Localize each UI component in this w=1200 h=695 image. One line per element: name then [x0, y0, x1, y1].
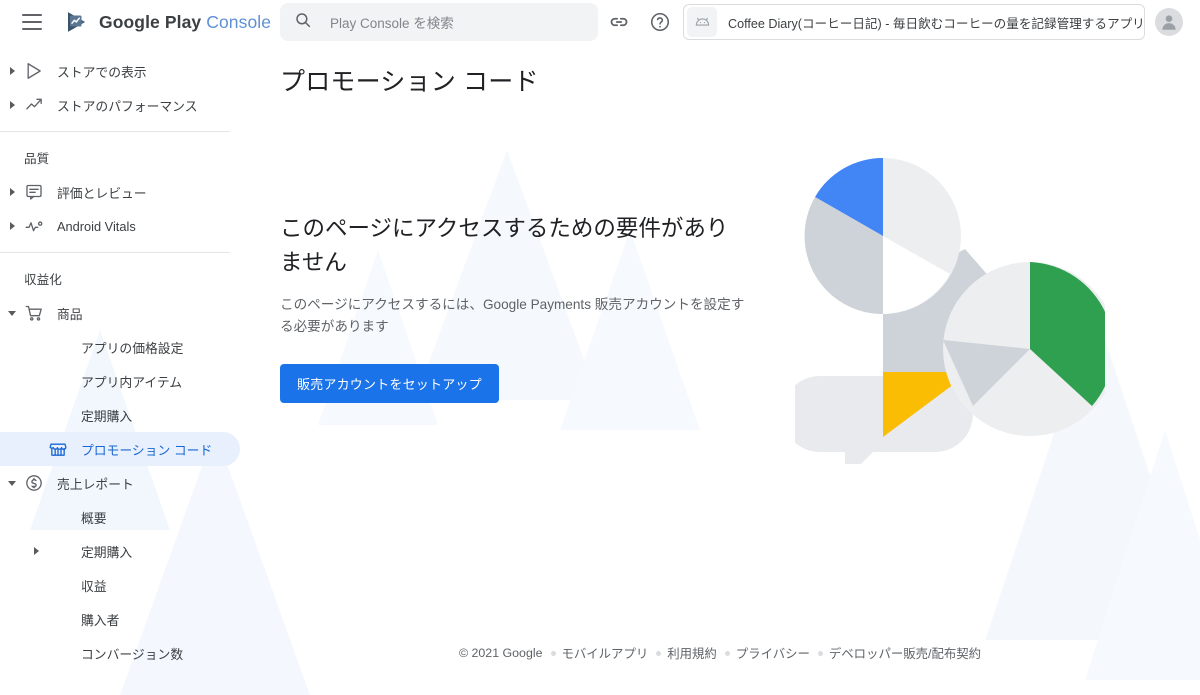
- chevron-right-icon[interactable]: [30, 545, 42, 557]
- empty-state: このページにアクセスするための要件がありません このページにアクセスするには、G…: [280, 212, 750, 403]
- sidebar-item-プロモーション コード[interactable]: プロモーション コード: [0, 432, 240, 466]
- setup-merchant-account-button[interactable]: 販売アカウントをセットアップ: [280, 364, 499, 403]
- sidebar-item-label: 評価とレビュー: [57, 183, 147, 202]
- sidebar-item-アプリの価格設定[interactable]: アプリの価格設定: [0, 330, 240, 364]
- storefront-icon: [47, 438, 69, 460]
- play-console-page: Google Play Console Play Console を検索: [0, 0, 1200, 695]
- sidebar-item-評価とレビュー[interactable]: 評価とレビュー: [0, 175, 240, 209]
- sidebar-item-概要[interactable]: 概要: [0, 500, 240, 534]
- sidebar-item-label: 概要: [81, 508, 107, 527]
- brand-logo-link[interactable]: Google Play Console: [64, 9, 271, 35]
- vitals-pulse-icon: [23, 215, 45, 237]
- search-input[interactable]: Play Console を検索: [280, 3, 598, 41]
- sidebar-item-label: コンバージョン数: [81, 644, 183, 663]
- sidebar-item-ストアでの表示[interactable]: ストアでの表示: [0, 54, 240, 88]
- account-avatar-icon[interactable]: [1155, 8, 1183, 36]
- empty-state-heading: このページにアクセスするための要件がありません: [280, 212, 750, 280]
- footer-separator-dot: [818, 651, 823, 656]
- chevron-right-icon[interactable]: [6, 65, 18, 77]
- sidebar-item-label: 定期購入: [81, 406, 132, 425]
- page-title: プロモーション コード: [280, 62, 539, 98]
- chevron-right-icon[interactable]: [6, 220, 18, 232]
- link-icon[interactable]: [608, 11, 630, 33]
- shopping-cart-icon: [23, 302, 45, 324]
- search-placeholder: Play Console を検索: [330, 12, 454, 32]
- sidebar-item-label: 定期購入: [81, 542, 132, 561]
- chevron-down-icon[interactable]: [6, 477, 18, 489]
- brand-title-light: Console: [206, 12, 271, 32]
- footer-link-item: プライバシー: [725, 644, 810, 662]
- sidebar-item-label: 売上レポート: [57, 474, 134, 493]
- sidebar-item-label: 商品: [57, 304, 83, 323]
- sidebar-item-収益[interactable]: 収益: [0, 568, 240, 602]
- footer-separator-dot: [656, 651, 661, 656]
- footer-link[interactable]: モバイルアプリ: [562, 644, 649, 662]
- footer-link[interactable]: 利用規約: [667, 644, 717, 662]
- sidebar-section-header: 収益化: [0, 253, 240, 296]
- brand-title: Google Play Console: [99, 12, 271, 33]
- android-head-icon: [687, 7, 717, 37]
- sidebar-item-label: ストアでの表示: [57, 62, 147, 81]
- sidebar-item-Android Vitals[interactable]: Android Vitals: [0, 209, 240, 243]
- empty-state-body: このページにアクセスするには、Google Payments 販売アカウントを設…: [280, 294, 750, 338]
- sidebar-item-label: プロモーション コード: [81, 440, 212, 459]
- trending-up-icon: [23, 94, 45, 116]
- sidebar-item-購入者[interactable]: 購入者: [0, 602, 240, 636]
- sidebar-item-label: アプリの価格設定: [81, 338, 183, 357]
- abstract-charts-illustration: [795, 144, 1105, 464]
- sidebar-item-コンバージョン数[interactable]: コンバージョン数: [0, 636, 240, 670]
- footer-link-item: デベロッパー販売/配布契約: [818, 644, 981, 662]
- footer-link[interactable]: プライバシー: [736, 644, 810, 662]
- footer-link-item: モバイルアプリ: [551, 644, 649, 662]
- chevron-right-icon[interactable]: [6, 99, 18, 111]
- sidebar-item-売上レポート[interactable]: 売上レポート: [0, 466, 240, 500]
- reviews-icon: [23, 181, 45, 203]
- app-selector[interactable]: Coffee Diary(コーヒー日記) - 毎日飲むコーヒーの量を記録管理する…: [683, 4, 1145, 40]
- footer-copyright: © 2021 Google: [459, 646, 543, 660]
- footer-link-item: 利用規約: [656, 644, 717, 662]
- page-footer: © 2021 Google モバイルアプリ利用規約 プライバシー デベロッパー販売/配…: [240, 640, 1200, 666]
- sidebar-spacer: [0, 44, 240, 54]
- main-content: プロモーション コード このページにアクセスするための要件がありません このペー…: [240, 44, 1200, 695]
- sidebar-item-商品[interactable]: 商品: [0, 296, 240, 330]
- sidebar-item-label: ストアのパフォーマンス: [57, 96, 198, 115]
- dollar-circle-icon: [23, 472, 45, 494]
- sidebar-item-label: アプリ内アイテム: [81, 372, 182, 391]
- sidebar-item-label: 購入者: [81, 610, 119, 629]
- sidebar-item-ストアのパフォーマンス[interactable]: ストアのパフォーマンス: [0, 88, 240, 122]
- chevron-down-icon[interactable]: [6, 307, 18, 319]
- play-console-logo-icon: [64, 9, 90, 35]
- top-app-bar: Google Play Console Play Console を検索: [0, 0, 1200, 44]
- sidebar-item-アプリ内アイテム[interactable]: アプリ内アイテム: [0, 364, 240, 398]
- sidebar-item-定期購入[interactable]: 定期購入: [0, 398, 240, 432]
- footer-separator-dot: [551, 651, 556, 656]
- sidebar-navigation[interactable]: ストアでの表示ストアのパフォーマンス品質評価とレビュー Android Vital…: [0, 44, 240, 695]
- sidebar-item-定期購入[interactable]: 定期購入: [0, 534, 240, 568]
- footer-link[interactable]: デベロッパー販売/配布契約: [829, 644, 981, 662]
- hamburger-icon[interactable]: [22, 10, 46, 34]
- app-selector-title: Coffee Diary(コーヒー日記) - 毎日飲むコーヒーの量を記録管理する…: [728, 13, 1144, 32]
- sidebar-item-label: 収益: [81, 576, 107, 595]
- play-store-icon: [23, 60, 45, 82]
- help-circle-icon[interactable]: [649, 11, 671, 33]
- sidebar-section-header: 品質: [0, 132, 240, 175]
- sidebar-item-label: Android Vitals: [57, 219, 136, 234]
- chevron-right-icon[interactable]: [6, 186, 18, 198]
- brand-title-bold: Google Play: [99, 12, 201, 32]
- footer-separator-dot: [725, 651, 730, 656]
- search-icon: [294, 11, 312, 34]
